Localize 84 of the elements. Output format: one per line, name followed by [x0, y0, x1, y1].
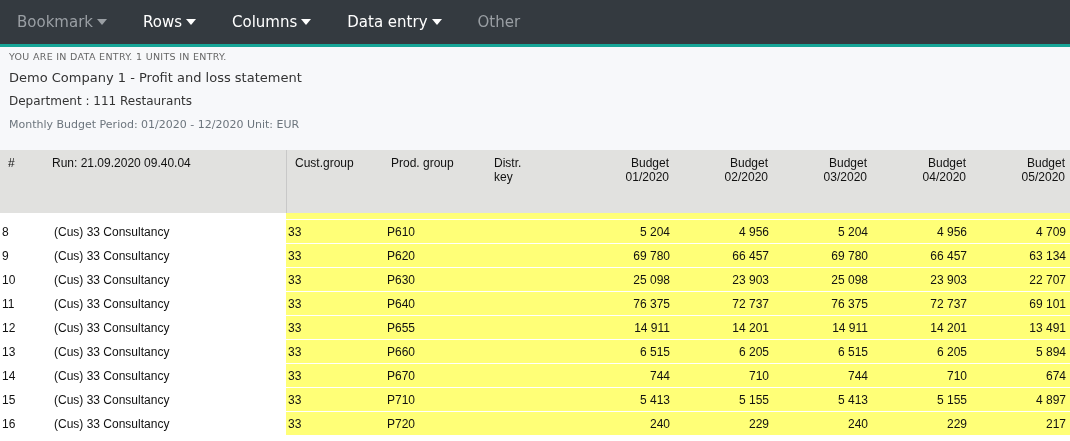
column-header: Run: 21.09.2020 09.40.04 — [52, 150, 286, 213]
table-cell: 240 — [575, 412, 674, 436]
table-cell: P640 — [385, 292, 486, 316]
table-cell: 229 — [872, 412, 971, 436]
table-cell: 229 — [674, 412, 773, 436]
table-cell: 66 457 — [872, 244, 971, 268]
table-cell: 4 897 — [971, 388, 1070, 412]
table-cell: 5 413 — [575, 388, 674, 412]
table-cell: 63 134 — [971, 244, 1070, 268]
column-header: Budget 01/2020 — [575, 150, 674, 213]
table-cell: 744 — [575, 364, 674, 388]
table-cell: 5 413 — [773, 388, 872, 412]
table-cell: 33 — [286, 364, 385, 388]
table-cell: 72 737 — [872, 292, 971, 316]
table-cell: P720 — [385, 412, 486, 436]
entry-notice: YOU ARE IN DATA ENTRY. 1 UNITS IN ENTRY. — [9, 51, 228, 64]
table-cell: 76 375 — [773, 292, 872, 316]
caret-icon — [97, 19, 107, 25]
table-cell: 5 155 — [674, 388, 773, 412]
table-cell: 710 — [872, 364, 971, 388]
column-header: Budget 04/2020 — [872, 150, 971, 213]
table-cell: 33 — [286, 292, 385, 316]
period-label: Monthly Budget Period: 01/2020 - 12/2020 Unit: EUR — [9, 118, 301, 131]
table-cell: 72 737 — [674, 292, 773, 316]
table-cell: 217 — [971, 412, 1070, 436]
table-cell: 14 911 — [773, 316, 872, 340]
table-cell: 33 — [286, 220, 385, 244]
department-label: Department : 111 Restaurants — [9, 94, 193, 110]
column-header: Budget 03/2020 — [773, 150, 872, 213]
table-cell: 674 — [971, 364, 1070, 388]
table-cell: 710 — [674, 364, 773, 388]
menu-item[interactable]: Columns — [221, 0, 323, 44]
table-cell: 14 911 — [575, 316, 674, 340]
column-header: # — [0, 150, 52, 213]
table-cell: 6 205 — [872, 340, 971, 364]
table-cell: 5 204 — [575, 220, 674, 244]
table-cell: 5 204 — [773, 220, 872, 244]
table-cell: 33 — [286, 316, 385, 340]
column-header: Budget 02/2020 — [674, 150, 773, 213]
column-header: Distr. key — [486, 150, 575, 213]
column-header: Prod. group — [385, 150, 486, 213]
table-cell: 23 903 — [674, 268, 773, 292]
table-cell: 14 201 — [872, 316, 971, 340]
table-cell: 5 894 — [971, 340, 1070, 364]
table-cell: 69 101 — [971, 292, 1070, 316]
menu-item[interactable]: Rows — [132, 0, 207, 44]
table-cell: 69 780 — [773, 244, 872, 268]
menu-item[interactable]: Data entry — [336, 0, 453, 44]
table-cell: 23 903 — [872, 268, 971, 292]
table-cell: 6 515 — [773, 340, 872, 364]
table-cell: 33 — [286, 268, 385, 292]
table-cell: 744 — [773, 364, 872, 388]
report-title: Demo Company 1 - Profit and loss statement — [9, 70, 303, 87]
table-cell: 6 515 — [575, 340, 674, 364]
table-cell: 33 — [286, 244, 385, 268]
table-cell: P660 — [385, 340, 486, 364]
table-cell: P710 — [385, 388, 486, 412]
table-cell: 4 956 — [872, 220, 971, 244]
table-cell: 25 098 — [575, 268, 674, 292]
table-cell: 13 491 — [971, 316, 1070, 340]
table-cell: 240 — [773, 412, 872, 436]
table-cell: 22 707 — [971, 268, 1070, 292]
table-cell: 14 201 — [674, 316, 773, 340]
table-cell: P620 — [385, 244, 486, 268]
table-cell: 33 — [286, 388, 385, 412]
table-cell: P655 — [385, 316, 486, 340]
table-cell: 69 780 — [575, 244, 674, 268]
table-cell: P670 — [385, 364, 486, 388]
caret-icon — [431, 19, 442, 25]
table-cell: 4 956 — [674, 220, 773, 244]
caret-icon — [186, 19, 196, 25]
table-cell: 76 375 — [575, 292, 674, 316]
column-header: Budget 05/2020 — [971, 150, 1070, 213]
table-cell: P610 — [385, 220, 486, 244]
table-cell: 5 155 — [872, 388, 971, 412]
table-cell: 25 098 — [773, 268, 872, 292]
table-cell: 6 205 — [674, 340, 773, 364]
table-cell: 4 709 — [971, 220, 1070, 244]
table-cell: 66 457 — [674, 244, 773, 268]
caret-icon — [301, 19, 312, 25]
column-header: Cust.group — [286, 150, 385, 213]
table-cell: 33 — [286, 412, 385, 436]
table-cell: 33 — [286, 340, 385, 364]
table-cell: P630 — [385, 268, 486, 292]
